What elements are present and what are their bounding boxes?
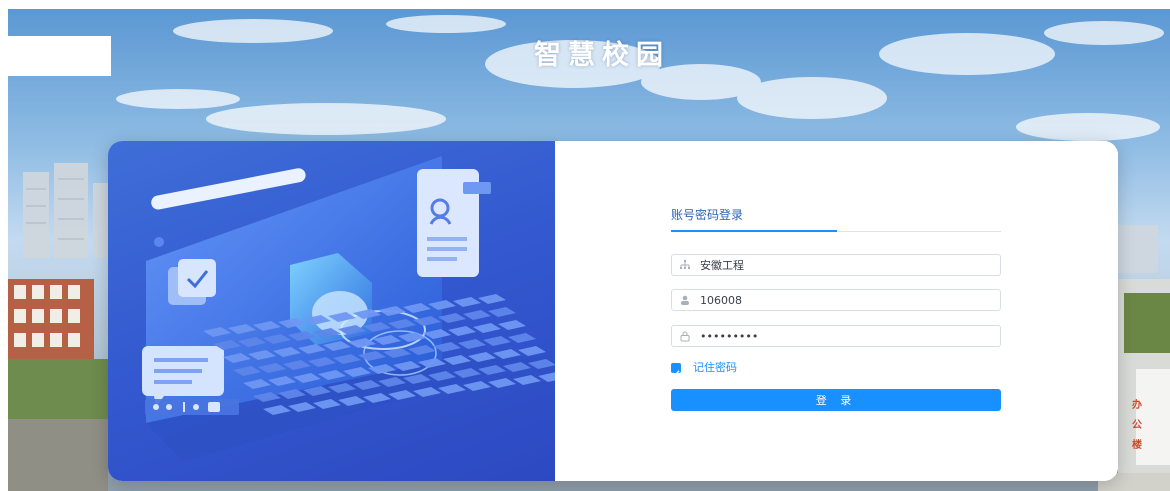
username-input[interactable] <box>700 291 990 309</box>
laptop-security-illustration <box>142 156 566 461</box>
keyboard-key <box>463 310 491 320</box>
keyboard-key <box>478 294 506 304</box>
illustration-panel <box>108 141 566 481</box>
tab-account-password-login-label: 账号密码登录 <box>671 208 744 222</box>
login-page: 办 公 楼 智慧校园 账号密码登录 安徽工程 106008 记住密码 登 录 <box>0 0 1170 491</box>
keyboard-key <box>473 323 501 333</box>
checkbox-card-icon <box>178 259 216 297</box>
school-field[interactable] <box>671 254 1001 276</box>
password-field[interactable] <box>671 325 1001 347</box>
keyboard-key <box>463 381 491 391</box>
active-tab-indicator <box>671 230 837 232</box>
remember-password-checkbox[interactable] <box>671 363 681 377</box>
password-input[interactable] <box>700 327 990 345</box>
login-button[interactable]: 登 录 <box>671 389 1001 411</box>
keyboard-key <box>508 333 536 343</box>
keyboard-key <box>483 336 511 346</box>
url-bar <box>151 168 306 210</box>
sitemap-icon <box>680 260 690 269</box>
office-building-sign: 办 公 楼 <box>1120 389 1170 469</box>
keyboard-key <box>453 297 481 307</box>
logo-placeholder <box>8 36 111 76</box>
keyboard-key <box>458 339 486 349</box>
school-input[interactable] <box>700 256 990 274</box>
lock-icon <box>680 331 690 342</box>
tab-account-password-login[interactable]: 账号密码登录 <box>671 206 837 232</box>
office-building-sign-line-3: 楼 <box>1132 440 1142 451</box>
keyboard-key <box>518 346 546 356</box>
keyboard-key <box>438 313 466 323</box>
keyboard-key <box>448 326 476 336</box>
keyboard-key <box>538 372 566 382</box>
remember-password-option[interactable]: 记住密码 <box>671 361 791 377</box>
user-icon <box>681 295 689 305</box>
keyboard-key <box>488 378 516 388</box>
keyboard-key <box>513 375 541 385</box>
login-form-panel: 账号密码登录 安徽工程 106008 记住密码 登 录 <box>555 141 1118 481</box>
keyboard-key <box>488 307 516 317</box>
keyboard-key <box>498 320 526 330</box>
check-icon <box>672 370 680 377</box>
site-title: 智慧校园 <box>534 40 670 71</box>
taskbar-icons <box>145 399 239 415</box>
remember-password-label[interactable]: 记住密码 <box>693 361 737 375</box>
office-building-sign-line-2: 公 <box>1132 420 1142 431</box>
login-card: 账号密码登录 安徽工程 106008 记住密码 登 录 <box>108 141 1118 481</box>
username-field[interactable] <box>671 289 1001 311</box>
office-building-sign-line-1: 办 <box>1132 400 1142 411</box>
